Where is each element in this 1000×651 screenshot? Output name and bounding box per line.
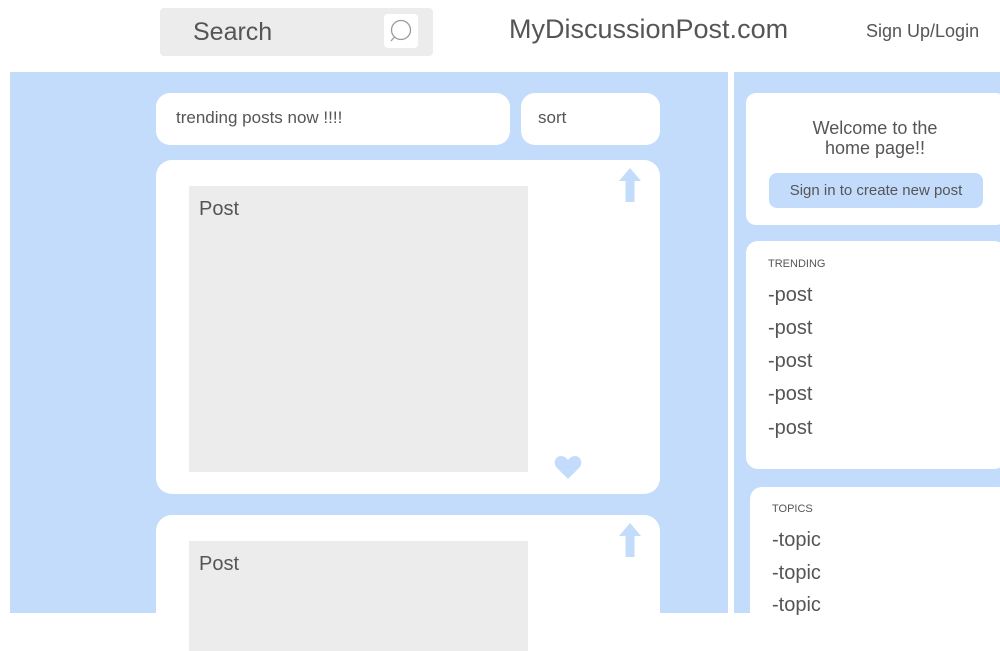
upvote-arrow-icon[interactable]: [619, 168, 641, 202]
topics-card: TOPICS -topic -topic -topic: [750, 487, 1000, 627]
trending-heading: TRENDING: [768, 258, 826, 270]
post-label: Post: [199, 198, 240, 220]
post-card: Post: [156, 515, 660, 651]
signup-login-link[interactable]: Sign Up/Login: [866, 21, 979, 42]
top-header: Search MyDiscussionPost.com Sign Up/Logi…: [0, 0, 1000, 72]
post-label: Post: [199, 553, 240, 575]
post-content[interactable]: Post: [189, 186, 528, 472]
trending-item[interactable]: -post: [768, 350, 812, 373]
feed-heading-bar: trending posts now !!!!: [156, 93, 510, 145]
welcome-message: Welcome to the home page!!: [746, 118, 1000, 158]
upvote-arrow-icon[interactable]: [619, 523, 641, 557]
search-button[interactable]: [384, 14, 418, 48]
site-title[interactable]: MyDiscussionPost.com: [509, 14, 788, 45]
trending-card: TRENDING -post -post -post -post -post: [746, 241, 1000, 469]
search-box[interactable]: Search: [160, 8, 433, 56]
search-icon: [390, 19, 412, 42]
topics-heading: TOPICS: [772, 503, 813, 515]
trending-item[interactable]: -post: [768, 417, 812, 440]
post-card: Post: [156, 160, 660, 494]
welcome-line-1: Welcome to the: [812, 118, 938, 138]
post-content[interactable]: Post: [189, 541, 528, 651]
welcome-line-2: home page!!: [824, 138, 926, 158]
feed-heading: trending posts now !!!!: [176, 108, 343, 127]
search-label: Search: [193, 18, 273, 46]
trending-item[interactable]: -post: [768, 317, 812, 340]
sign-in-create-post-button[interactable]: Sign in to create new post: [769, 173, 983, 208]
topic-item[interactable]: -topic: [772, 529, 821, 552]
topic-item[interactable]: -topic: [772, 562, 821, 585]
trending-item[interactable]: -post: [768, 284, 812, 307]
sort-button[interactable]: sort: [521, 93, 660, 145]
sort-label: sort: [538, 108, 567, 127]
topic-item[interactable]: -topic: [772, 594, 821, 617]
trending-item[interactable]: -post: [768, 383, 812, 406]
welcome-card: Welcome to the home page!! Sign in to cr…: [746, 93, 1000, 225]
heart-icon[interactable]: [554, 455, 582, 479]
